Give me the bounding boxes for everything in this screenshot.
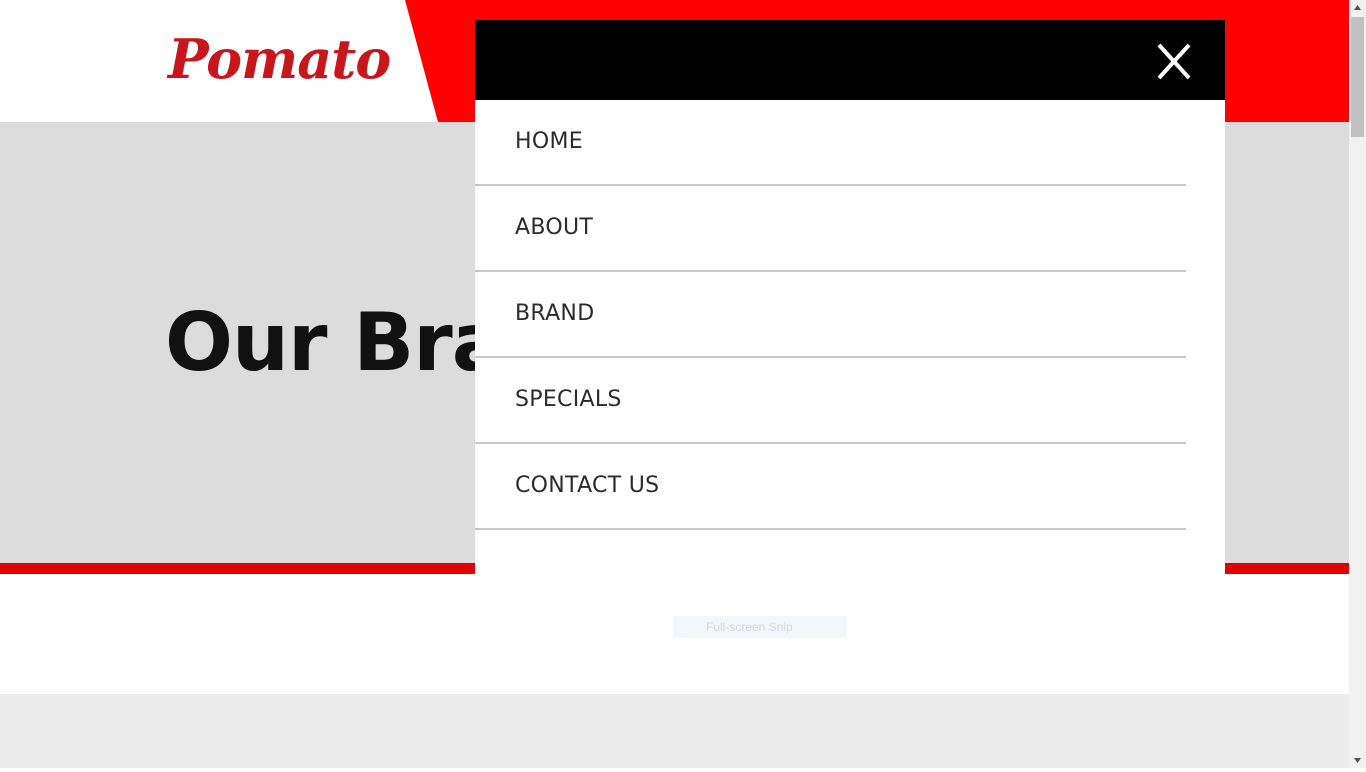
nav-menu-panel: HOME ABOUT BRAND SPECIALS CONTACT US [475,20,1225,574]
hero-title: Our Bra [165,296,506,389]
close-menu-button[interactable] [1156,40,1192,80]
nav-menu-list: HOME ABOUT BRAND SPECIALS CONTACT US [475,100,1186,530]
scroll-down-arrow-icon [1354,758,1361,763]
nav-item-label: BRAND [515,301,595,326]
nav-item-home[interactable]: HOME [475,100,1186,186]
page: Pomato Our Bra Full-screen Snip HOME ABO… [0,0,1349,768]
nav-item-label: SPECIALS [515,387,622,412]
nav-item-contact-us[interactable]: CONTACT US [475,444,1186,530]
close-icon [1157,43,1191,80]
scroll-up-arrow-icon [1354,5,1361,10]
scroll-down-button[interactable] [1349,751,1366,768]
nav-item-label: HOME [515,129,583,154]
nav-item-specials[interactable]: SPECIALS [475,358,1186,444]
snip-tooltip: Full-screen Snip [673,616,847,638]
gray-section [0,694,1349,768]
vertical-scrollbar[interactable] [1349,0,1366,768]
nav-item-brand[interactable]: BRAND [475,272,1186,358]
nav-item-label: CONTACT US [515,473,660,498]
scroll-up-button[interactable] [1349,0,1366,17]
scrollbar-thumb[interactable] [1351,17,1364,137]
site-logo[interactable]: Pomato [168,24,391,94]
nav-item-label: ABOUT [515,215,594,240]
nav-menu-header [475,20,1225,100]
nav-item-about[interactable]: ABOUT [475,186,1186,272]
